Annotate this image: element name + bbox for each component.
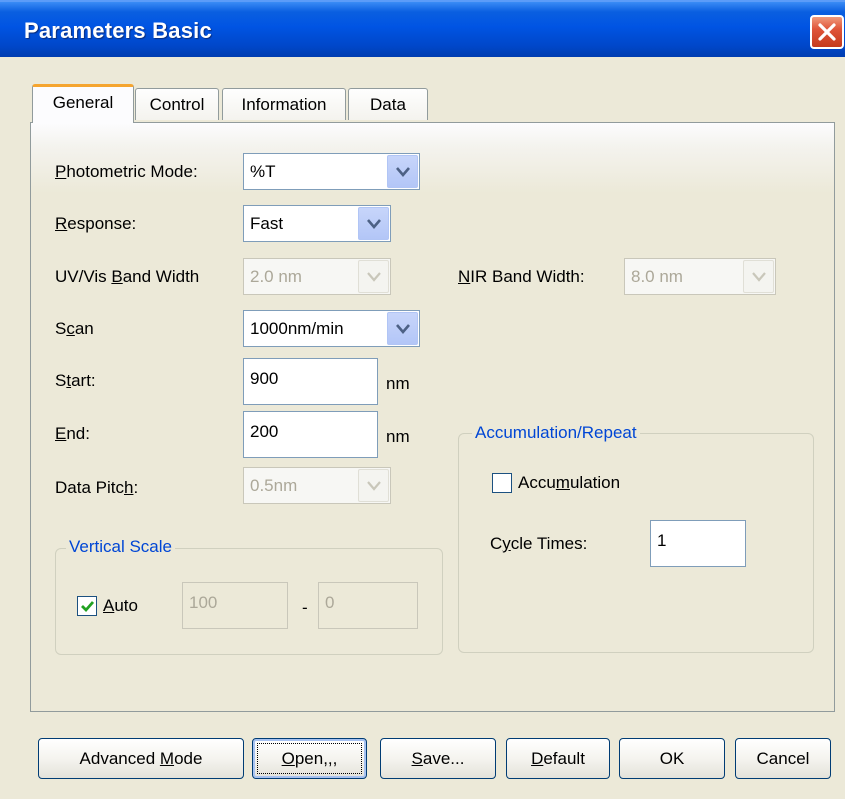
nir-band-width-label: NIR Band Width: (458, 267, 585, 286)
end-value: 200 (250, 422, 279, 441)
accumulation-label: Accumulation (518, 473, 621, 492)
nir-band-width-select[interactable]: 8.0 nm (624, 258, 776, 295)
checkmark-icon (81, 601, 95, 613)
data-pitch-dropdown-button[interactable] (358, 469, 389, 502)
advanced-mode-label-pre: Advanced (79, 749, 160, 768)
scan-speed-value: 1000nm/min (250, 319, 344, 338)
default-button[interactable]: Default (506, 738, 610, 779)
tab-general-label: General (52, 93, 114, 112)
start-label: Start: (55, 371, 96, 390)
save-label-u: S (411, 749, 423, 768)
scan-speed-dropdown-button[interactable] (387, 312, 418, 345)
scan-speed-select[interactable]: 1000nm/min (243, 310, 420, 347)
vertical-scale-title: Vertical Scale (66, 537, 175, 557)
chevron-down-icon (752, 272, 766, 282)
tab-data[interactable]: Data (348, 88, 428, 120)
photometric-mode-select[interactable]: %T (243, 153, 420, 190)
cycle-times-value: 1 (657, 531, 667, 550)
start-unit: nm (386, 374, 410, 393)
uvvis-band-width-dropdown-button[interactable] (358, 260, 389, 293)
open-button[interactable]: Open,,, (252, 738, 367, 779)
advanced-mode-button[interactable]: Advanced Mode (38, 738, 244, 779)
scan-label: Scan (55, 319, 94, 338)
chevron-down-icon (396, 324, 410, 334)
tab-control-label: Control (149, 95, 205, 114)
nir-band-width-value: 8.0 nm (631, 267, 683, 286)
tab-information-label: Information (241, 95, 327, 114)
chevron-down-icon (396, 167, 410, 177)
nir-band-width-dropdown-button[interactable] (743, 260, 774, 293)
ok-label: OK (659, 749, 685, 768)
end-unit: nm (386, 427, 410, 446)
start-value: 900 (250, 369, 279, 388)
focus-ring (257, 743, 362, 774)
accumulation-checkbox[interactable] (492, 473, 512, 493)
accumulation-title: Accumulation/Repeat (472, 423, 640, 443)
chevron-down-icon (367, 481, 381, 491)
tab-information[interactable]: Information (222, 88, 346, 120)
cycle-times-label: Cycle Times: (490, 534, 588, 553)
advanced-mode-label-post: ode (174, 749, 203, 768)
advanced-mode-label-u: M (159, 749, 175, 768)
default-label-u: D (531, 749, 544, 768)
auto-scale-checkbox[interactable] (77, 596, 97, 616)
data-pitch-label: Data Pitch: (55, 478, 139, 497)
save-label-post: ave... (422, 749, 465, 768)
auto-scale-label: Auto (103, 596, 138, 615)
end-input[interactable]: 200 (243, 411, 378, 458)
cancel-button[interactable]: Cancel (735, 738, 831, 779)
scale-min-input[interactable]: 0 (318, 582, 418, 629)
scale-max-input[interactable]: 100 (182, 582, 288, 629)
tab-general[interactable]: General (32, 84, 134, 123)
chevron-down-icon (367, 272, 381, 282)
close-button[interactable] (810, 15, 844, 49)
uvvis-band-width-value: 2.0 nm (250, 267, 302, 286)
default-label-post: efault (543, 749, 585, 768)
response-label: Response: (55, 214, 137, 233)
title-bar: Parameters Basic (0, 0, 845, 57)
cancel-label: Cancel (756, 749, 810, 768)
save-button[interactable]: Save... (380, 738, 496, 779)
data-pitch-select[interactable]: 0.5nm (243, 467, 391, 504)
scale-min-value: 0 (325, 593, 335, 612)
cycle-times-input[interactable]: 1 (650, 520, 746, 567)
response-dropdown-button[interactable] (358, 207, 389, 240)
data-pitch-value: 0.5nm (250, 476, 298, 495)
tab-data-label: Data (370, 95, 406, 114)
scale-range-separator: - (302, 598, 308, 617)
photometric-mode-value: %T (250, 162, 276, 181)
response-value: Fast (250, 214, 284, 233)
ok-button[interactable]: OK (619, 738, 725, 779)
end-label: End: (55, 424, 90, 443)
photometric-mode-label: Photometric Mode: (55, 162, 198, 181)
response-select[interactable]: Fast (243, 205, 391, 242)
chevron-down-icon (367, 219, 381, 229)
uvvis-band-width-select[interactable]: 2.0 nm (243, 258, 391, 295)
uvvis-band-width-label: UV/Vis Band Width (55, 267, 200, 286)
scale-max-value: 100 (189, 593, 218, 612)
tab-control[interactable]: Control (135, 88, 219, 120)
window-title: Parameters Basic (24, 18, 212, 43)
close-icon (818, 23, 836, 41)
start-input[interactable]: 900 (243, 358, 378, 405)
photometric-mode-dropdown-button[interactable] (387, 155, 418, 188)
